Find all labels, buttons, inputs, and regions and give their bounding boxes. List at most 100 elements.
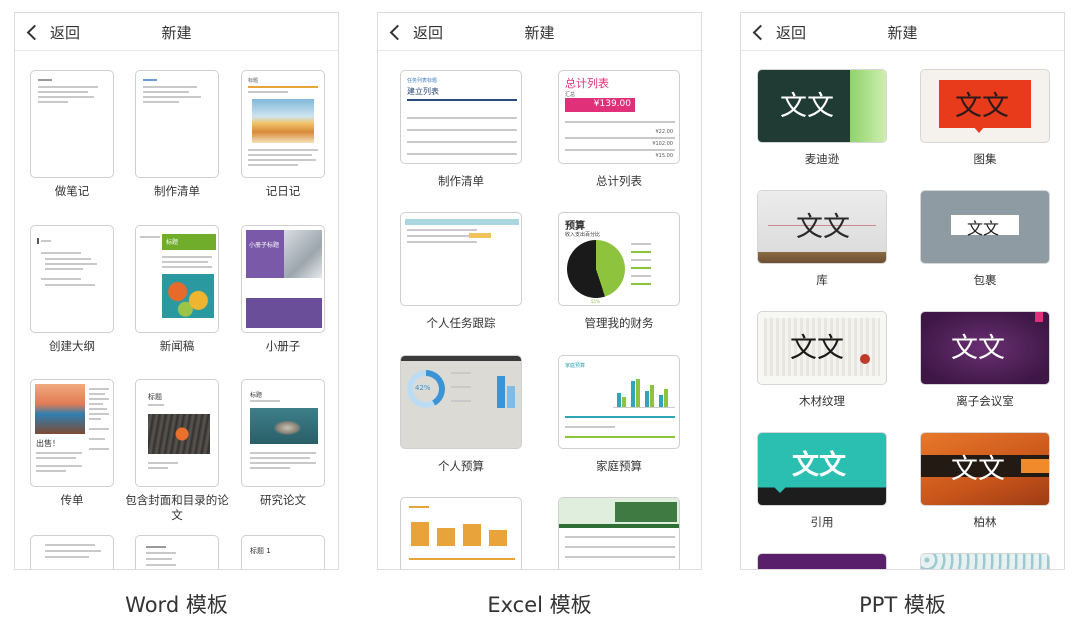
template-label: 创建大纲: [49, 339, 95, 353]
template-thumbnail: [400, 212, 522, 306]
total-amount-banner: ¥139.00: [565, 98, 635, 112]
template-thumbnail: 小册子标题: [241, 225, 325, 333]
template-label: 制作清单: [438, 174, 484, 188]
template-manage-finances[interactable]: 预算 收入支出百分比 55% 管理我的财务: [558, 212, 680, 332]
thumb-title: 标题: [250, 392, 263, 399]
template-outline[interactable]: 创建大纲: [30, 225, 114, 355]
booklet-photo: [284, 230, 322, 278]
chevron-left-icon: [26, 24, 43, 40]
flyer-photo: [35, 384, 85, 434]
template-label: 记日记: [265, 184, 301, 198]
template-flyer[interactable]: 出售！ 传单: [30, 379, 114, 509]
template-ion-boardroom[interactable]: 文文 离子会议室: [921, 312, 1049, 412]
template-label: 库: [816, 273, 828, 287]
nav-bar: 返回 新建: [15, 13, 338, 51]
template-thumbnail: 文文: [758, 191, 886, 263]
template-wrap[interactable]: 文文 包裹: [921, 191, 1049, 291]
template-thumbnail-partial[interactable]: [135, 535, 219, 569]
template-thumbnail: 文文: [758, 70, 886, 142]
template-thumbnail: 标题: [135, 225, 219, 333]
template-label: 家庭预算: [596, 459, 642, 473]
template-thumbnail-partial[interactable]: [921, 554, 1049, 569]
thumb-title: 标题: [148, 393, 162, 401]
template-berlin[interactable]: 文文 柏林: [921, 433, 1049, 533]
booklet-purple-band: 小册子标题: [246, 230, 284, 278]
thumb-title: 标题: [248, 78, 259, 84]
template-make-list[interactable]: 任务列表标题 建立列表 制作清单: [400, 70, 522, 190]
excel-template-screen: 返回 新建 任务列表标题 建立列表 制作清单 总计列表 汇总 ¥139.00 ¥…: [377, 12, 702, 570]
template-wood-type[interactable]: 文文 木材纹理: [758, 312, 886, 412]
chevron-left-icon: [752, 24, 769, 40]
template-label: 小册子: [265, 339, 301, 353]
template-label: 包裹: [973, 273, 997, 287]
template-label: 图集: [973, 152, 997, 166]
template-thumbnail: 标题: [135, 379, 219, 487]
caption-word: Word 模板: [125, 593, 228, 617]
back-button[interactable]: 返回: [388, 22, 443, 42]
template-paper-with-toc[interactable]: 标题 包含封面和目录的论文: [125, 379, 229, 522]
fruit-image: [162, 274, 214, 318]
template-label: 总计列表: [596, 174, 642, 188]
template-research-paper[interactable]: 标题 研究论文: [241, 379, 325, 509]
back-button[interactable]: 返回: [25, 22, 80, 42]
template-thumbnail: 标题: [241, 70, 325, 178]
template-total-list[interactable]: 总计列表 汇总 ¥139.00 ¥22.00 ¥102.00 ¥15.00 总计…: [558, 70, 680, 190]
back-label: 返回: [776, 23, 807, 42]
otter-photo: [250, 408, 318, 444]
template-thumbnail: 出售！: [30, 379, 114, 487]
template-label: 研究论文: [260, 493, 306, 507]
template-label: 麦迪逊: [804, 152, 840, 166]
template-thumbnail-partial[interactable]: [558, 497, 680, 569]
pie-chart: [567, 240, 625, 298]
nav-bar: 返回 新建: [378, 13, 701, 51]
template-atlas[interactable]: 文文 图集: [921, 70, 1049, 170]
back-button[interactable]: 返回: [751, 22, 806, 42]
template-label: 个人预算: [438, 459, 484, 473]
template-thumbnail: 任务列表标题 建立列表: [400, 70, 522, 164]
flyer-title: 出售！: [36, 439, 60, 448]
template-thumbnail: [30, 70, 114, 178]
template-make-list[interactable]: 制作清单: [135, 70, 219, 200]
template-thumbnail: 文文: [921, 312, 1049, 384]
template-booklet[interactable]: 小册子标题 小册子: [241, 225, 325, 355]
template-thumbnail: 文文: [758, 433, 886, 505]
template-label: 包含封面和目录的论文: [125, 493, 229, 522]
thumb-title: 标题 1: [250, 547, 271, 555]
template-thumbnail: [135, 70, 219, 178]
template-thumbnail-partial[interactable]: [400, 497, 522, 569]
template-thumbnail: 家庭预算: [558, 355, 680, 449]
caption-ppt: PPT 模板: [859, 593, 946, 617]
back-label: 返回: [413, 23, 444, 42]
template-label: 做笔记: [54, 184, 90, 198]
template-take-notes[interactable]: 做笔记: [30, 70, 114, 200]
template-task-tracker[interactable]: 个人任务跟踪: [400, 212, 522, 332]
template-thumbnail: 文文: [758, 312, 886, 384]
template-press-release[interactable]: 标题 新闻稿: [135, 225, 219, 355]
template-madison[interactable]: 文文 麦迪逊: [758, 70, 886, 170]
template-thumbnail-partial[interactable]: 标题 1: [241, 535, 325, 569]
caption-excel: Excel 模板: [487, 593, 592, 617]
template-label: 新闻稿: [159, 339, 195, 353]
template-thumbnail-partial[interactable]: [30, 535, 114, 569]
template-thumbnail: 文文: [921, 191, 1049, 263]
starfish-photo: [148, 414, 210, 454]
template-gallery[interactable]: 文文 库: [758, 191, 886, 291]
template-label: 制作清单: [154, 184, 200, 198]
template-label: 离子会议室: [956, 394, 1014, 408]
template-journal[interactable]: 标题 记日记: [241, 70, 325, 200]
template-thumbnail: 预算 收入支出百分比 55%: [558, 212, 680, 306]
nav-bar: 返回 新建: [741, 13, 1064, 51]
template-label: 个人任务跟踪: [426, 316, 496, 330]
template-quote[interactable]: 文文 引用: [758, 433, 886, 533]
template-label: 传单: [60, 493, 84, 507]
template-thumbnail-partial[interactable]: [758, 554, 886, 569]
template-thumbnail: [30, 225, 114, 333]
beach-image: [252, 99, 314, 143]
back-label: 返回: [50, 23, 81, 42]
template-label: 木材纹理: [799, 394, 845, 408]
chevron-left-icon: [389, 24, 406, 40]
template-family-budget[interactable]: 家庭预算 家庭预算: [558, 355, 680, 475]
template-personal-budget[interactable]: 42% 个人预算: [400, 355, 522, 475]
ppt-template-screen: 返回 新建 文文 麦迪逊 文文 图集 文文 库 文文 包裹 文文 木材纹理 文文…: [740, 12, 1065, 570]
bar-chart: [613, 376, 675, 408]
